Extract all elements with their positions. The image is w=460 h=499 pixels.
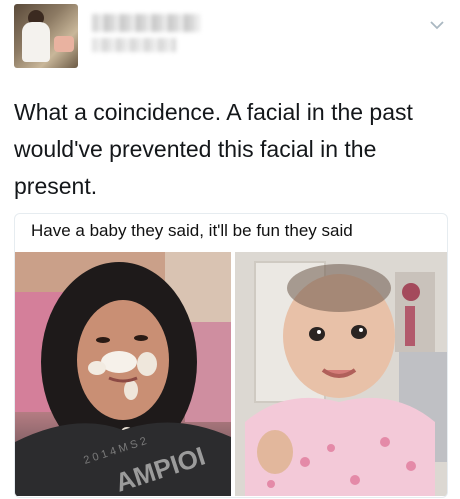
username-blurred[interactable] xyxy=(92,38,176,52)
meme-caption: Have a baby they said, it'll be fun they… xyxy=(31,221,353,240)
avatar[interactable] xyxy=(14,4,78,68)
meme-image[interactable]: Have a baby they said, it'll be fun they… xyxy=(14,213,448,498)
chevron-down-icon[interactable] xyxy=(428,18,446,32)
photo-baby xyxy=(235,252,447,496)
tweet: What a coincidence. A facial in the past… xyxy=(0,0,460,499)
photo-mother-facial: 2 0 1 4 M S 2 AMPIOI xyxy=(15,252,231,496)
avatar-figure-body xyxy=(22,22,50,62)
tweet-text: What a coincidence. A facial in the past… xyxy=(14,99,413,199)
display-name-blurred[interactable] xyxy=(92,14,200,32)
avatar-cake xyxy=(54,36,74,52)
